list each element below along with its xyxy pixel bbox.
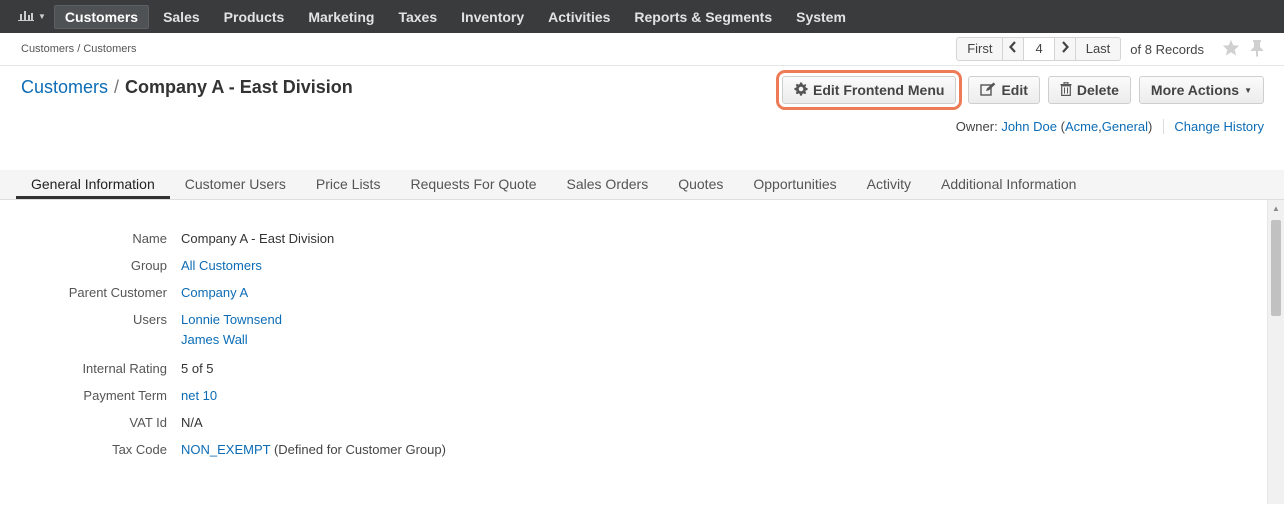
dashboard-menu[interactable]: ▼ [10, 5, 54, 29]
vat-id-value: N/A [181, 415, 203, 430]
breadcrumb: Customers / Customers [21, 43, 137, 55]
section-tabs: General Information Customer Users Price… [0, 170, 1284, 200]
tax-code-note: (Defined for Customer Group) [273, 442, 446, 457]
general-information-panel: Name Company A - East Division Group All… [0, 200, 1284, 504]
tab-sales-orders[interactable]: Sales Orders [552, 170, 664, 199]
record-pager: First 4 Last of 8 Records [956, 37, 1264, 61]
parent-customer-link[interactable]: Company A [181, 285, 248, 300]
nav-taxes[interactable]: Taxes [388, 5, 447, 29]
scroll-thumb[interactable] [1271, 220, 1281, 316]
field-label: Tax Code [112, 442, 167, 457]
divider [1163, 119, 1165, 134]
field-parent-customer: Parent Customer Company A [0, 284, 446, 302]
tab-additional-information[interactable]: Additional Information [926, 170, 1091, 199]
action-buttons: Edit Frontend Menu Edit Delete More Acti… [774, 70, 1264, 110]
field-vat-id: VAT Id N/A [0, 414, 446, 432]
scroll-up-arrow-icon[interactable]: ▲ [1268, 200, 1284, 217]
user-link[interactable]: James Wall [181, 332, 248, 347]
owner-info: Owner: John Doe (Acme, General) Change H… [956, 119, 1264, 134]
field-label: Internal Rating [82, 361, 167, 376]
field-name: Name Company A - East Division [0, 230, 446, 248]
org-close: ) [1148, 119, 1153, 134]
page-tools [1222, 39, 1264, 60]
title-separator: / [114, 77, 120, 97]
field-users: Users Lonnie Townsend James Wall [0, 311, 446, 351]
nav-sales[interactable]: Sales [153, 5, 210, 29]
chevron-down-icon: ▼ [1244, 85, 1252, 95]
field-label: Group [130, 258, 167, 273]
field-label: Payment Term [83, 388, 167, 403]
tax-code-link[interactable]: NON_EXEMPT [181, 442, 270, 457]
tab-quotes[interactable]: Quotes [663, 170, 738, 199]
sub-header: Customers / Customers First 4 Last of 8 … [0, 33, 1284, 66]
tab-requests-for-quote[interactable]: Requests For Quote [395, 170, 551, 199]
nav-activities[interactable]: Activities [538, 5, 620, 29]
tab-opportunities[interactable]: Opportunities [738, 170, 851, 199]
field-group: Group All Customers [0, 257, 446, 275]
page-title: Customers / Company A - East Division [21, 77, 353, 98]
edit-icon [980, 82, 996, 99]
more-actions-button[interactable]: More Actions ▼ [1138, 76, 1264, 104]
page-header: Customers / Company A - East Division Edit… [0, 66, 1284, 170]
nav-system[interactable]: System [786, 5, 856, 29]
owner-link[interactable]: John Doe [1001, 119, 1057, 134]
payment-term-link[interactable]: net 10 [181, 388, 217, 403]
nav-marketing[interactable]: Marketing [298, 5, 384, 29]
nav-customers[interactable]: Customers [53, 4, 150, 29]
organization-link-general[interactable]: General [1102, 119, 1148, 134]
bar-chart-icon [18, 9, 34, 24]
field-label: Parent Customer [68, 285, 167, 300]
field-payment-term: Payment Term net 10 [0, 387, 446, 405]
pager-previous-button[interactable] [1003, 38, 1025, 60]
internal-rating-value: 5 of 5 [181, 361, 214, 376]
edit-frontend-menu-label: Edit Frontend Menu [813, 82, 945, 98]
entity-name: Company A - East Division [125, 77, 353, 97]
field-label: Users [133, 312, 167, 327]
pin-icon[interactable] [1250, 39, 1264, 60]
chevron-right-icon [1061, 41, 1069, 56]
pager-current-page[interactable]: 4 [1024, 38, 1055, 60]
star-icon[interactable] [1222, 39, 1240, 59]
pager-next-button[interactable] [1055, 38, 1076, 60]
nav-products[interactable]: Products [214, 5, 295, 29]
chevron-down-icon: ▼ [38, 12, 46, 21]
pager-first-button[interactable]: First [957, 38, 1004, 60]
field-internal-rating: Internal Rating 5 of 5 [0, 360, 446, 378]
nav-reports-segments[interactable]: Reports & Segments [624, 5, 782, 29]
delete-button[interactable]: Delete [1047, 76, 1131, 104]
organization-link-acme[interactable]: Acme [1065, 119, 1098, 134]
gear-icon [794, 81, 808, 99]
user-link[interactable]: Lonnie Townsend [181, 312, 282, 327]
edit-label: Edit [1001, 82, 1028, 98]
field-label: Name [132, 231, 167, 246]
delete-label: Delete [1076, 82, 1119, 98]
more-actions-label: More Actions [1150, 82, 1240, 98]
tab-price-lists[interactable]: Price Lists [301, 170, 396, 199]
group-link[interactable]: All Customers [181, 258, 262, 273]
tab-customer-users[interactable]: Customer Users [170, 170, 301, 199]
tab-activity[interactable]: Activity [852, 170, 926, 199]
vertical-scrollbar[interactable]: ▲ [1267, 200, 1284, 504]
pager-last-button[interactable]: Last [1076, 38, 1121, 60]
change-history-link[interactable]: Change History [1174, 119, 1264, 134]
field-label: VAT Id [129, 415, 167, 430]
parent-link[interactable]: Customers [21, 77, 108, 97]
trash-icon [1060, 81, 1072, 99]
nav-inventory[interactable]: Inventory [451, 5, 534, 29]
owner-label: Owner: [955, 119, 998, 134]
edit-button[interactable]: Edit [968, 76, 1040, 104]
field-tax-code: Tax Code NON_EXEMPT (Defined for Custome… [0, 441, 446, 459]
pager-controls: First 4 Last [956, 37, 1122, 61]
tab-general-information[interactable]: General Information [16, 170, 170, 199]
customer-fields: Name Company A - East Division Group All… [0, 230, 446, 468]
top-navigation: ▼ Customers Sales Products Marketing Tax… [0, 0, 1284, 33]
chevron-left-icon [1009, 41, 1017, 56]
customer-name-value: Company A - East Division [181, 231, 335, 246]
records-count: of 8 Records [1130, 41, 1204, 57]
edit-frontend-menu-button[interactable]: Edit Frontend Menu [775, 70, 963, 110]
